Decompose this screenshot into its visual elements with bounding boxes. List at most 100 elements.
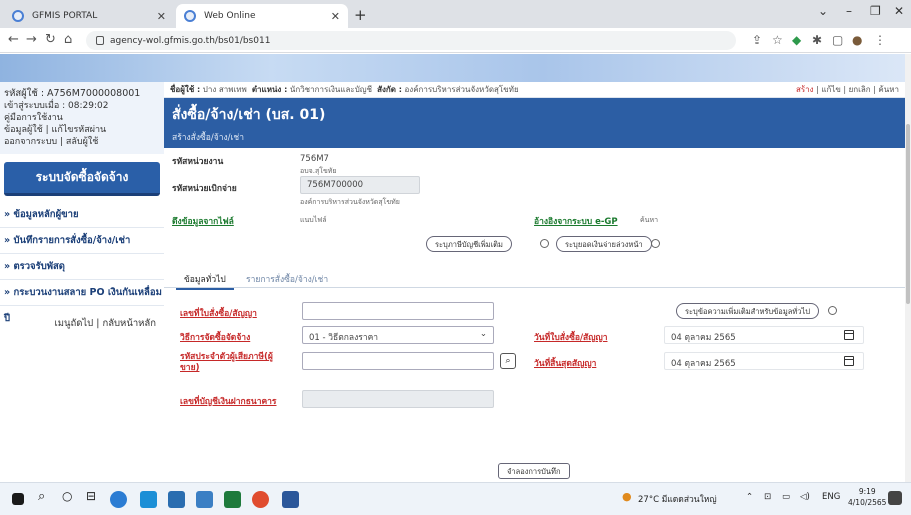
cancel-link[interactable]: ยกเลิก [849, 85, 871, 94]
close-icon[interactable]: ✕ [157, 10, 166, 23]
check-circle-icon [828, 306, 837, 315]
avatar[interactable]: ● [852, 33, 862, 47]
egp-search-link[interactable]: ค้นหา [640, 215, 658, 226]
search-link[interactable]: ค้นหา [878, 85, 899, 94]
store-icon[interactable] [140, 491, 157, 508]
url-text: agency-wol.gfmis.go.th/bs01/bs011 [110, 35, 271, 46]
edit-link[interactable]: แก้ไข [821, 85, 841, 94]
word-icon[interactable] [282, 491, 299, 508]
address-bar-row: ← → ↻ ⌂ agency-wol.gfmis.go.th/bs01/bs01… [0, 28, 911, 53]
extension-icon[interactable]: ◆ [792, 33, 801, 47]
action-links: สร้าง | แก้ไข | ยกเลิก | ค้นหา [795, 85, 899, 94]
new-tab-button[interactable]: + [354, 6, 367, 24]
search-icon[interactable]: ⌕ [38, 489, 45, 504]
form-tabs: ข้อมูลทั่วไป รายการสั่งซื้อ/จ้าง/เช่า [164, 266, 905, 290]
display-icon[interactable]: ▭ [782, 492, 790, 502]
bank-account-label: เลขที่บัญชีเงินฝากธนาคาร [180, 397, 277, 407]
general-info-button[interactable]: ระบุข้อความเพิ่มเติมสำหรับข้อมูลทั่วไป [676, 303, 820, 319]
position-value: นักวิชาการเงินและบัญชี [289, 85, 373, 94]
chrome-icon[interactable] [252, 491, 269, 508]
po-date-field[interactable]: 04 ตุลาคม 2565 [664, 326, 864, 344]
forward-arrow-icon[interactable]: → [26, 32, 37, 47]
menu-icon[interactable]: ⋮ [874, 33, 886, 47]
sidebar-menu: » ข้อมูลหลักผู้ขาย » บันทึกรายการสั่งซื้… [0, 202, 164, 324]
star-icon[interactable]: ☆ [772, 33, 783, 47]
close-icon[interactable]: ✕ [331, 10, 340, 23]
scrollbar-thumb[interactable] [906, 124, 910, 304]
attach-file-link[interactable]: แนบไฟล์ [300, 215, 327, 226]
scrollbar[interactable] [905, 54, 911, 482]
calendar-icon[interactable] [844, 330, 854, 340]
sidepanel-icon[interactable]: ▢ [832, 33, 843, 47]
app-icon[interactable] [168, 491, 185, 508]
page-subtitle: สร้างสั่งซื้อ/จ้าง/เช่า [172, 133, 244, 143]
agency-code: 756M7 [300, 154, 329, 164]
clock-date: 4/10/2565 [848, 498, 887, 507]
sidebar-item-receive[interactable]: » ตรวจรับพัสดุ [0, 254, 164, 280]
notification-icon[interactable] [888, 491, 902, 505]
tab-general[interactable]: ข้อมูลทั่วไป [176, 270, 234, 290]
chevron-up-icon[interactable]: ⌃ [746, 492, 753, 502]
url-field[interactable]: agency-wol.gfmis.go.th/bs01/bs011 [86, 31, 736, 50]
system-title: ระบบจัดซื้อจัดจ้าง [4, 162, 160, 196]
back-arrow-icon[interactable]: ← [8, 32, 19, 47]
user-info: รหัสผู้ใช้ : A756M7000008001 เข้าสู่ระบบ… [0, 82, 164, 154]
more-accounts-button[interactable]: ระบุภาษีบัญชีเพิ่มเติม [426, 236, 512, 252]
simulate-save-button[interactable]: จำลองการบันทึก [498, 463, 570, 479]
close-window-icon[interactable]: ✕ [894, 4, 904, 18]
chevron-down-icon: ⌄ [479, 329, 487, 339]
chevron-down-icon[interactable]: ⌄ [818, 4, 828, 18]
po-no-input[interactable] [302, 302, 494, 320]
calendar-icon[interactable] [844, 356, 854, 366]
excel-icon[interactable] [224, 491, 241, 508]
tab-web-online[interactable]: Web Online ✕ [176, 4, 348, 28]
sidebar-item-vendor[interactable]: » ข้อมูลหลักผู้ขาย [0, 202, 164, 228]
network-icon[interactable]: ⊡ [764, 492, 771, 502]
tab-gfmis-portal[interactable]: GFMIS PORTAL ✕ [4, 4, 174, 28]
share-icon[interactable]: ⇪ [752, 33, 762, 47]
account-links[interactable]: ข้อมูลผู้ใช้ | แก้ไขรหัสผ่าน [4, 124, 160, 136]
globe-icon [184, 10, 196, 22]
puzzle-icon[interactable]: ✱ [812, 33, 822, 47]
clock[interactable]: 9:19 4/10/2565 [848, 486, 886, 508]
pull-file-link[interactable]: ดึงข้อมูลจากไฟล์ [172, 214, 234, 228]
create-link[interactable]: สร้าง [796, 85, 814, 94]
windows-start-icon[interactable] [12, 493, 24, 505]
clock-time: 9:19 [858, 487, 876, 496]
user-bar: ชื่อผู้ใช้ : ปาง สาพเทพ ตำแหน่ง : นักวิช… [164, 82, 905, 98]
sidebar-item-po-reverse[interactable]: » กระบวนงานสลาย PO เงินกันเหลื่อมปี [0, 280, 164, 324]
tab-items[interactable]: รายการสั่งซื้อ/จ้าง/เช่า [238, 270, 336, 288]
globe-icon [12, 10, 24, 22]
end-date-field[interactable]: 04 ตุลาคม 2565 [664, 352, 864, 370]
po-date-label: วันที่ใบสั่งซื้อ/สัญญา [534, 333, 608, 343]
page-title: สั่งซื้อ/จ้าง/เช่า (บส. 01) [172, 107, 326, 123]
manual-link[interactable]: คู่มือการใช้งาน [4, 112, 160, 124]
minimize-icon[interactable]: – [846, 4, 852, 18]
bank-account-field [302, 390, 494, 408]
search-icon[interactable]: ⌕ [500, 353, 516, 369]
weather-text[interactable]: 27°C มีแดดส่วนใหญ่ [638, 492, 717, 506]
method-select[interactable]: 01 - วิธีตกลงราคา ⌄ [302, 326, 494, 344]
vendor-input[interactable] [302, 352, 494, 370]
task-view-icon[interactable]: ⊟ [86, 489, 96, 503]
mail-icon[interactable] [196, 491, 213, 508]
po-form: รหัสหน่วยงาน 756M7 อบจ.สุโขทัย รหัสหน่วย… [164, 148, 905, 482]
cortana-icon[interactable]: ○ [62, 489, 72, 503]
maximize-icon[interactable]: ❐ [870, 4, 881, 18]
home-icon[interactable]: ⌂ [64, 32, 72, 47]
sidebar-item-po[interactable]: » บันทึกรายการสั่งซื้อ/จ้าง/เช่า [0, 228, 164, 254]
position-label: ตำแหน่ง : [251, 85, 288, 94]
language-indicator[interactable]: ENG [822, 492, 840, 502]
logout-links[interactable]: ออกจากระบบ | สลับผู้ใช้ [4, 136, 160, 148]
speaker-icon[interactable]: ◁) [800, 492, 810, 502]
egp-link[interactable]: อ้างอิงจากระบบ e-GP [534, 214, 618, 228]
banner-strip [0, 54, 905, 82]
browser-tab-bar: GFMIS PORTAL ✕ Web Online ✕ + ⌄ – ❐ ✕ [0, 0, 911, 28]
prepaid-button[interactable]: ระบุยอดเงินจ่ายล่วงหน้า [556, 236, 652, 252]
sidebar-bottom-links[interactable]: เมนูถัดไป | กลับหน้าหลัก [0, 306, 164, 331]
vendor-label: รหัสประจำตัวผู้เสียภาษี(ผู้ขาย) [180, 352, 273, 373]
edge-icon[interactable] [110, 491, 127, 508]
reload-icon[interactable]: ↻ [45, 32, 56, 47]
main-panel: ชื่อผู้ใช้ : ปาง สาพเทพ ตำแหน่ง : นักวิช… [164, 82, 905, 482]
method-value: 01 - วิธีตกลงราคา [309, 333, 379, 343]
